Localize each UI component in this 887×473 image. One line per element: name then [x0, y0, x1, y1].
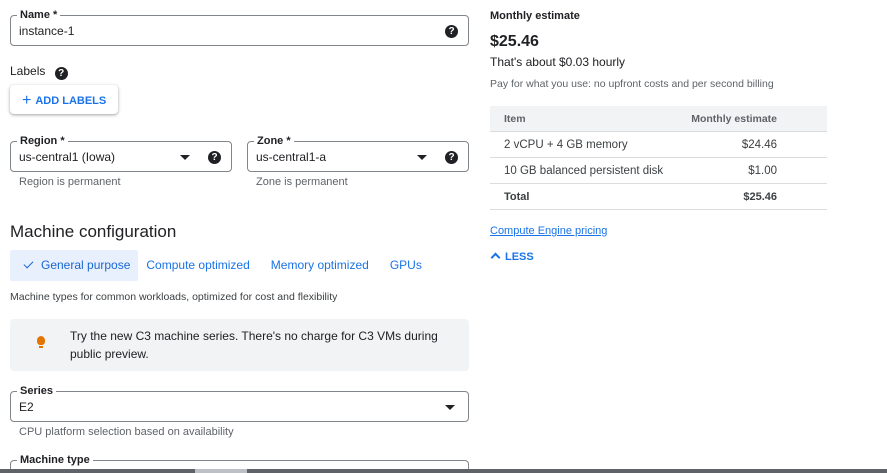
name-input[interactable]: instance-1: [19, 24, 74, 38]
chevron-down-icon[interactable]: [445, 405, 455, 410]
total-cost: $25.46: [743, 190, 777, 203]
row-item: 2 vCPU + 4 GB memory: [504, 138, 628, 151]
estimate-table: Item Monthly estimate 2 vCPU + 4 GB memo…: [490, 106, 827, 210]
series-select[interactable]: Series E2: [10, 384, 469, 422]
zone-hint: Zone is permanent: [256, 176, 348, 188]
region-label: Region *: [17, 134, 68, 148]
estimate-note: Pay for what you use: no upfront costs a…: [490, 78, 774, 90]
tab-gpus[interactable]: GPUs: [377, 250, 430, 281]
help-icon[interactable]: ?: [54, 67, 68, 80]
compute-engine-pricing-link[interactable]: Compute Engine pricing: [490, 225, 607, 237]
table-row: 10 GB balanced persistent disk $1.00: [490, 158, 827, 184]
machine-family-tabs: General purpose Compute optimized Memory…: [10, 250, 430, 281]
name-field[interactable]: Name * instance-1 ?: [10, 8, 469, 46]
tab-general-purpose[interactable]: General purpose: [10, 250, 139, 281]
total-label: Total: [504, 190, 530, 203]
zone-label: Zone *: [254, 134, 294, 148]
column-header-item: Item: [504, 112, 526, 125]
row-cost: $24.46: [741, 138, 777, 151]
table-total-row: Total $25.46: [490, 184, 827, 210]
estimate-title: Monthly estimate: [490, 10, 580, 22]
machine-configuration-title: Machine configuration: [10, 222, 177, 241]
estimate-price: $25.46: [490, 33, 539, 50]
labels-title: Labels ?: [10, 64, 68, 80]
help-icon[interactable]: ?: [208, 151, 221, 164]
series-label: Series: [17, 384, 57, 398]
column-header-monthly-estimate: Monthly estimate: [691, 112, 777, 125]
scrollbar-thumb[interactable]: [195, 469, 247, 473]
plus-icon: +: [22, 92, 32, 109]
labels-title-text: Labels: [10, 64, 46, 78]
chevron-down-icon[interactable]: [417, 155, 427, 160]
add-labels-button[interactable]: + ADD LABELS: [10, 85, 118, 114]
table-header-row: Item Monthly estimate: [490, 106, 827, 132]
tab-compute-optimized[interactable]: Compute optimized: [138, 250, 257, 281]
chevron-up-icon: [490, 252, 501, 263]
zone-select[interactable]: Zone * us-central1-a ?: [247, 134, 469, 172]
table-row: 2 vCPU + 4 GB memory $24.46: [490, 132, 827, 158]
horizontal-scrollbar[interactable]: [0, 469, 887, 473]
help-icon[interactable]: ?: [445, 151, 458, 164]
tab-label: GPUs: [389, 258, 422, 272]
tab-label: General purpose: [41, 258, 131, 272]
row-cost: $1.00: [748, 164, 777, 177]
lightbulb-icon: [37, 336, 45, 348]
info-banner: Try the new C3 machine series. There's n…: [10, 319, 469, 371]
chevron-down-icon[interactable]: [180, 155, 190, 160]
check-icon: [23, 258, 34, 269]
add-labels-button-label: ADD LABELS: [35, 95, 107, 107]
banner-text: Try the new C3 machine series. There's n…: [70, 329, 438, 361]
machine-type-label: Machine type: [17, 453, 93, 467]
row-item: 10 GB balanced persistent disk: [504, 164, 664, 177]
less-button-label: LESS: [505, 251, 534, 263]
series-hint: CPU platform selection based on availabi…: [19, 426, 234, 438]
tab-label: Memory optimized: [270, 258, 369, 272]
machine-family-description: Machine types for common workloads, opti…: [10, 291, 338, 303]
region-select[interactable]: Region * us-central1 (Iowa) ?: [10, 134, 232, 172]
tab-memory-optimized[interactable]: Memory optimized: [258, 250, 377, 281]
region-hint: Region is permanent: [19, 176, 121, 188]
estimate-hourly: That's about $0.03 hourly: [490, 55, 626, 69]
region-value: us-central1 (Iowa): [19, 150, 116, 164]
name-field-label: Name *: [17, 8, 61, 22]
help-icon[interactable]: ?: [445, 25, 458, 38]
tab-label: Compute optimized: [146, 258, 250, 272]
series-value: E2: [19, 400, 34, 414]
zone-value: us-central1-a: [256, 150, 327, 164]
less-button[interactable]: LESS: [490, 250, 534, 264]
